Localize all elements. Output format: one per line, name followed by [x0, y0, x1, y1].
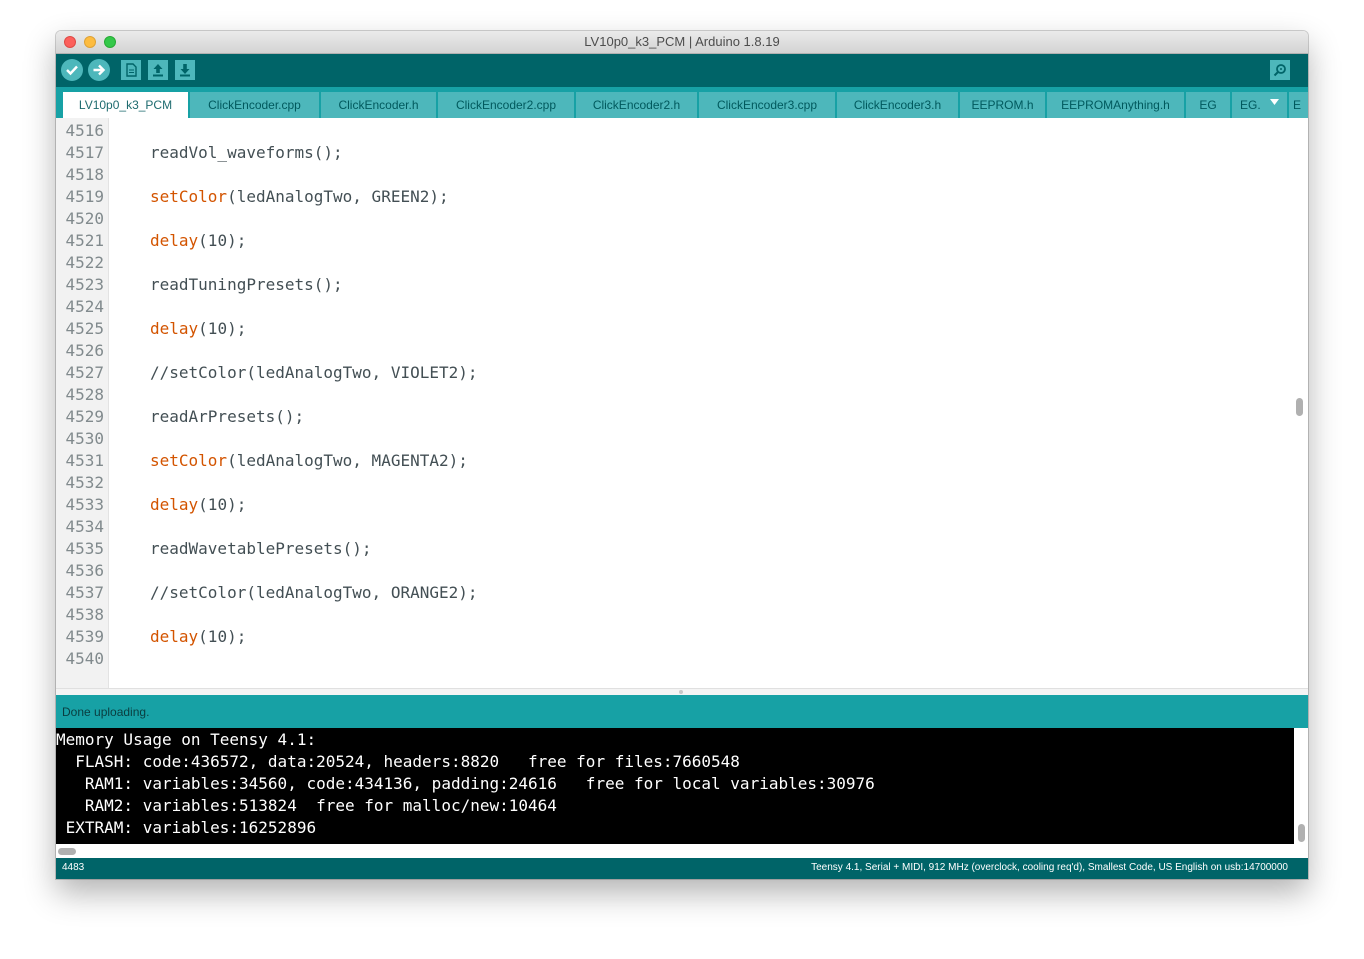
line-number: 4529: [65, 407, 104, 426]
console-line: RAM2: variables:513824 free for malloc/n…: [56, 796, 557, 815]
footer-status-bar: 4483 Teensy 4.1, Serial + MIDI, 912 MHz …: [56, 858, 1308, 879]
line-number: 4520: [65, 209, 104, 228]
board-info: Teensy 4.1, Serial + MIDI, 912 MHz (over…: [811, 862, 1288, 873]
console-horizontal-scroll-thumb[interactable]: [58, 848, 76, 855]
console-vertical-scrollbar[interactable]: [1294, 728, 1308, 844]
line-number: 4521: [65, 231, 104, 250]
line-number: 4538: [65, 605, 104, 624]
line-number: 4519: [65, 187, 104, 206]
line-number: 4524: [65, 297, 104, 316]
upload-button[interactable]: [88, 59, 110, 81]
code-line[interactable]: readVol_waveforms();: [150, 142, 343, 164]
tab-clickencoder3-h[interactable]: ClickEncoder3.h: [837, 92, 959, 118]
console-output[interactable]: Memory Usage on Teensy 4.1: FLASH: code:…: [56, 728, 1294, 844]
code-line[interactable]: delay(10);: [150, 318, 246, 340]
line-number: 4527: [65, 363, 104, 382]
tab-eg-2[interactable]: EG.: [1232, 92, 1288, 118]
code-line[interactable]: setColor(ledAnalogTwo, GREEN2);: [150, 186, 449, 208]
console-line: EXTRAM: variables:16252896: [56, 818, 317, 837]
upload-icon: [88, 59, 110, 81]
serial-monitor-icon: [1270, 60, 1290, 80]
line-number: 4526: [65, 341, 104, 360]
tab-main-sketch[interactable]: LV10p0_k3_PCM: [63, 92, 189, 118]
save-sketch-button[interactable]: [174, 59, 196, 81]
tab-eg-2-label: EG.: [1240, 98, 1261, 112]
console-line: FLASH: code:436572, data:20524, headers:…: [56, 752, 740, 771]
line-number: 4522: [65, 253, 104, 272]
console-horizontal-scrollbar[interactable]: [56, 844, 1308, 858]
code-line[interactable]: readWavetablePresets();: [150, 538, 372, 560]
line-number: 4533: [65, 495, 104, 514]
tab-eeprom-h[interactable]: EEPROM.h: [960, 92, 1046, 118]
save-icon: [175, 60, 195, 80]
tab-clickencoder2-h[interactable]: ClickEncoder2.h: [576, 92, 698, 118]
code-line[interactable]: delay(10);: [150, 626, 246, 648]
line-number: 4540: [65, 649, 104, 668]
tab-clickencoder-h[interactable]: ClickEncoder.h: [321, 92, 437, 118]
line-number: 4516: [65, 121, 104, 140]
window-title: LV10p0_k3_PCM | Arduino 1.8.19: [584, 34, 780, 49]
code-line[interactable]: //setColor(ledAnalogTwo, ORANGE2);: [150, 582, 478, 604]
tab-e[interactable]: E: [1289, 92, 1308, 118]
editor-vertical-scrollbar[interactable]: [1296, 398, 1303, 416]
line-number: 4528: [65, 385, 104, 404]
cursor-line-number: 4483: [62, 862, 85, 873]
line-number: 4517: [65, 143, 104, 162]
code-line[interactable]: delay(10);: [150, 494, 246, 516]
line-number: 4534: [65, 517, 104, 536]
toolbar: [56, 54, 1308, 87]
code-editor[interactable]: 4516 4517 4518 4519 4520 4521 4522 4523 …: [56, 118, 1308, 773]
splitter-handle[interactable]: [679, 690, 683, 694]
line-number: 4537: [65, 583, 104, 602]
tab-clickencoder2-cpp[interactable]: ClickEncoder2.cpp: [438, 92, 575, 118]
tab-clickencoder-cpp[interactable]: ClickEncoder.cpp: [190, 92, 320, 118]
console-line: RAM1: variables:34560, code:434136, padd…: [56, 774, 875, 793]
verify-button[interactable]: [61, 59, 83, 81]
line-number: 4535: [65, 539, 104, 558]
tab-clickencoder3-cpp[interactable]: ClickEncoder3.cpp: [699, 92, 836, 118]
new-sketch-button[interactable]: [120, 59, 142, 81]
console-vertical-scroll-thumb[interactable]: [1298, 824, 1305, 842]
console-line: Memory Usage on Teensy 4.1:: [56, 730, 317, 749]
code-line[interactable]: delay(10);: [150, 230, 246, 252]
tab-eg[interactable]: EG: [1186, 92, 1231, 118]
line-number-gutter: 4516 4517 4518 4519 4520 4521 4522 4523 …: [56, 118, 109, 688]
open-icon: [148, 60, 168, 80]
tab-menu-dropdown-icon[interactable]: [1270, 99, 1279, 105]
serial-monitor-button[interactable]: [1269, 59, 1291, 81]
new-icon: [121, 60, 141, 80]
line-number: 4536: [65, 561, 104, 580]
line-number: 4518: [65, 165, 104, 184]
status-message-bar: Done uploading.: [56, 695, 1308, 728]
line-number: 4530: [65, 429, 104, 448]
tab-eepromanything-h[interactable]: EEPROMAnything.h: [1047, 92, 1185, 118]
code-line[interactable]: //setColor(ledAnalogTwo, VIOLET2);: [150, 362, 478, 384]
line-number: 4539: [65, 627, 104, 646]
code-line[interactable]: setColor(ledAnalogTwo, MAGENTA2);: [150, 450, 468, 472]
tab-bar: LV10p0_k3_PCM ClickEncoder.cpp ClickEnco…: [56, 87, 1308, 118]
status-message: Done uploading.: [62, 705, 150, 719]
code-line[interactable]: readArPresets();: [150, 406, 304, 428]
line-number: 4523: [65, 275, 104, 294]
line-number: 4525: [65, 319, 104, 338]
arduino-window: LV10p0_k3_PCM | Arduino 1.8.19 LV10p0_k3…: [56, 31, 1308, 879]
open-sketch-button[interactable]: [147, 59, 169, 81]
title-bar: LV10p0_k3_PCM | Arduino 1.8.19: [56, 31, 1308, 54]
line-number: 4531: [65, 451, 104, 470]
verify-icon: [61, 59, 83, 81]
code-line[interactable]: readTuningPresets();: [150, 274, 343, 296]
line-number: 4532: [65, 473, 104, 492]
